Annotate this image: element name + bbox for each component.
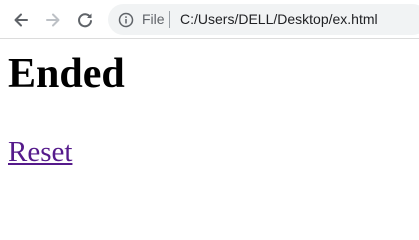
address-separator bbox=[169, 11, 170, 28]
forward-button[interactable] bbox=[42, 9, 64, 31]
arrow-left-icon bbox=[14, 13, 28, 27]
back-button[interactable] bbox=[10, 9, 32, 31]
address-bar[interactable]: File C:/Users/DELL/Desktop/ex.html bbox=[108, 4, 419, 35]
page-content: Ended Reset bbox=[0, 39, 419, 208]
browser-toolbar: File C:/Users/DELL/Desktop/ex.html bbox=[0, 0, 419, 39]
reset-link[interactable]: Reset bbox=[8, 135, 72, 169]
info-icon[interactable] bbox=[118, 12, 134, 28]
url-text[interactable]: C:/Users/DELL/Desktop/ex.html bbox=[180, 11, 378, 28]
reload-icon bbox=[78, 13, 92, 28]
reload-button[interactable] bbox=[74, 9, 96, 31]
scheme-label: File bbox=[142, 11, 165, 27]
page-heading: Ended bbox=[8, 51, 125, 97]
arrow-right-icon bbox=[46, 13, 60, 27]
